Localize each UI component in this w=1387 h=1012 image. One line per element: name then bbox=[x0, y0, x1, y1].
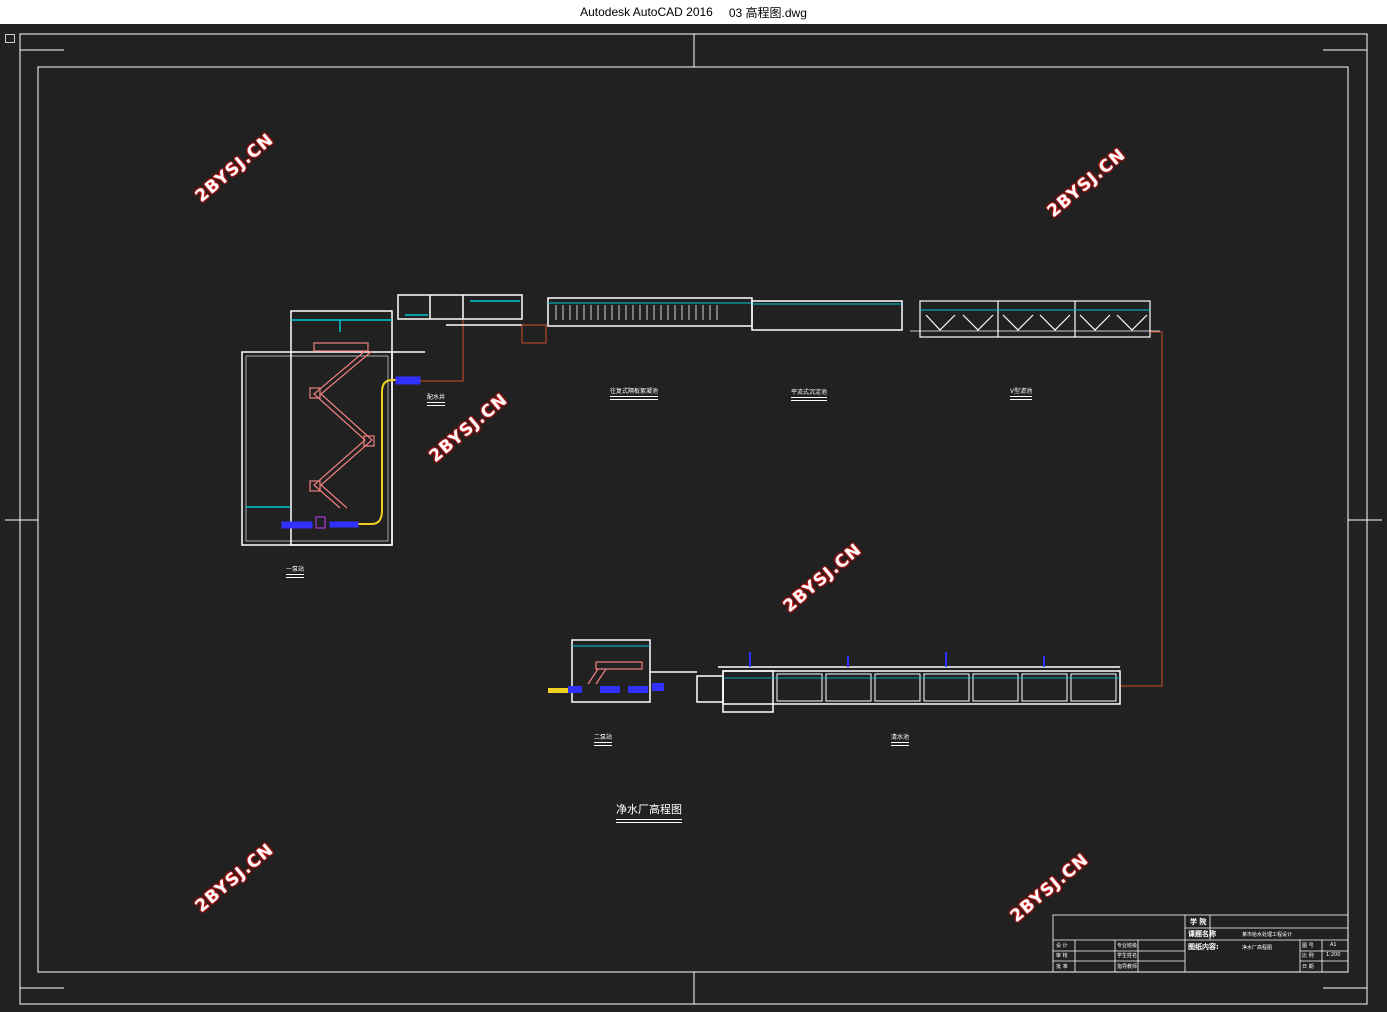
stairs-2 bbox=[587, 661, 643, 685]
label-pump2: 二泵站 bbox=[594, 734, 613, 746]
file-name: 03 高程图.dwg bbox=[728, 5, 807, 20]
label-v-filter: V型滤池 bbox=[1010, 388, 1033, 400]
valve-well bbox=[397, 294, 523, 326]
tb-date-label: 日 期 bbox=[1302, 964, 1314, 970]
drawing-canvas[interactable]: 2BYSJ.CN 2BYSJ.CN 2BYSJ.CN 2BYSJ.CN 2BYS… bbox=[0, 24, 1387, 1012]
tb-sheet-label: 图 号 bbox=[1302, 943, 1314, 949]
pipe-to-clear-tank bbox=[1120, 331, 1163, 687]
app-title: Autodesk AutoCAD 2016 bbox=[580, 5, 713, 19]
pump-station-1 bbox=[241, 310, 425, 546]
tb-designer: 设 计 bbox=[1056, 943, 1068, 949]
pipe-to-valve-well bbox=[420, 320, 464, 382]
label-clear-tank: 清水池 bbox=[891, 734, 910, 746]
tb-reviewer: 审 核 bbox=[1056, 953, 1068, 959]
tb-sheet: A1 bbox=[1330, 942, 1337, 948]
label-valve-well: 配水井 bbox=[427, 394, 446, 406]
drawing-title: 净水厂高程图 bbox=[616, 801, 682, 823]
flocculation-tank bbox=[547, 297, 753, 327]
cad-drawing bbox=[5, 33, 1382, 1005]
sedimentation-tank bbox=[751, 300, 903, 331]
tb-student: 学生姓名 bbox=[1117, 953, 1138, 959]
label-pump1: 一泵站 bbox=[286, 566, 305, 578]
tb-scale-label: 比 例 bbox=[1302, 953, 1314, 959]
label-hor-tank: 平流式沉淀池 bbox=[791, 389, 828, 401]
tb-project-label: 课题名称 bbox=[1188, 930, 1216, 938]
tb-school: 学 院 bbox=[1190, 918, 1207, 926]
vent-pipes bbox=[749, 652, 1045, 667]
v-filter bbox=[910, 300, 1160, 338]
tb-advisor: 指导教师 bbox=[1117, 964, 1138, 970]
pumps-2 bbox=[548, 683, 664, 693]
tb-project-name: 某市给水处理工程设计 bbox=[1242, 932, 1293, 938]
stairs bbox=[309, 342, 375, 509]
tb-major: 专业班级 bbox=[1117, 943, 1138, 949]
clear-water-tank bbox=[718, 666, 1121, 713]
tb-content-label: 图纸内容: bbox=[1188, 943, 1219, 951]
label-sed-tank: 往复式隔板絮凝池 bbox=[610, 388, 659, 400]
tb-content: 净水厂高程图 bbox=[1242, 945, 1273, 951]
sludge-pit bbox=[521, 324, 547, 344]
tb-scale: 1:200 bbox=[1326, 952, 1341, 958]
tb-approver: 批 准 bbox=[1056, 964, 1068, 970]
window-titlebar: Autodesk AutoCAD 2016 03 高程图.dwg bbox=[0, 0, 1387, 24]
